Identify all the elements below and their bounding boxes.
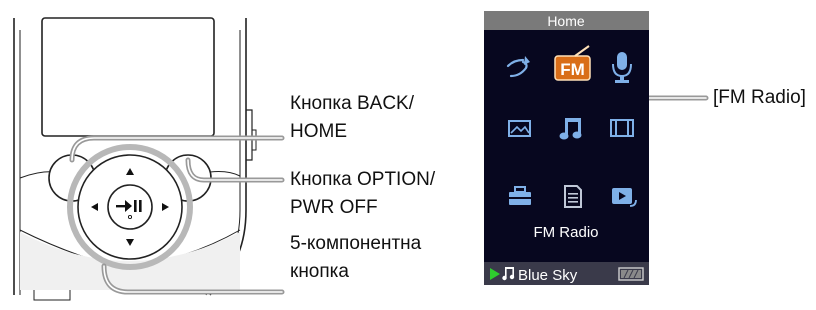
fm-icon-text: FM — [560, 60, 585, 79]
screen-header-title: Home — [547, 13, 585, 29]
option-pwr-off-label: Кнопка OPTION/ PWR OFF — [290, 166, 435, 222]
fm-radio-callout: [FM Radio] — [713, 84, 806, 112]
device-screen-outline — [41, 17, 215, 137]
player-screen: Home FM FM Radio Blue Sky — [484, 11, 649, 285]
selected-item-label: FM Radio — [533, 224, 598, 241]
back-label-line1: Кнопка BACK/ — [290, 93, 415, 114]
option-label-line2: PWR OFF — [290, 197, 378, 218]
option-label-line1: Кнопка OPTION/ — [290, 169, 436, 190]
fm-radio-callout-text: [FM Radio] — [713, 87, 806, 108]
back-home-label: Кнопка BACK/ HOME — [290, 90, 414, 146]
five-way-label-line2: кнопка — [290, 261, 349, 282]
back-leader-halo — [69, 135, 285, 163]
back-label-line2: HOME — [290, 121, 347, 142]
five-way-label: 5-компонентна кнопка — [290, 233, 421, 310]
diagram: Home FM FM Radio Blue Sky Кнопка BACK/ H… — [0, 0, 816, 307]
five-way-label-line1: 5-компонентна — [290, 233, 422, 254]
now-playing-title: Blue Sky — [518, 267, 578, 284]
